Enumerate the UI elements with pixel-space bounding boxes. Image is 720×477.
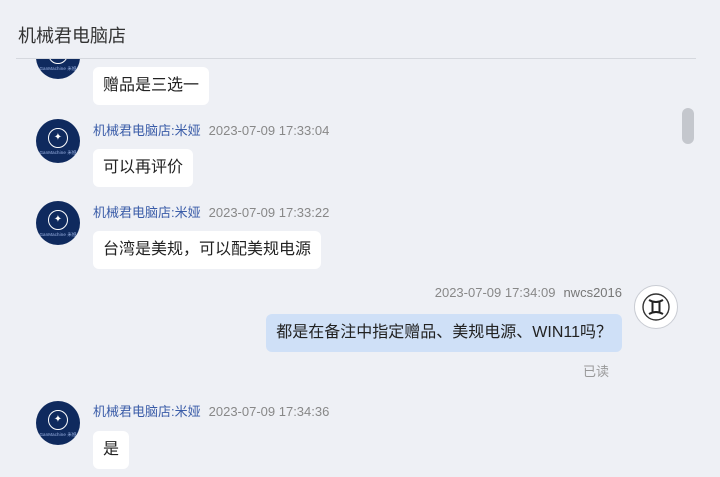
sender-name[interactable]: 机械君电脑店:米娅	[93, 205, 201, 220]
message-bubble[interactable]: 是	[93, 431, 130, 469]
chat-header: 机械君电脑店	[0, 0, 720, 59]
chat-message-list[interactable]: ✦ GanMachine 米娅 赠品是三选一 ✦ GanMachine 米娅 机…	[0, 59, 720, 477]
sender-name[interactable]: 机械君电脑店:米娅	[93, 123, 201, 138]
shop-avatar[interactable]: ✦ GanMachine 米娅	[36, 201, 80, 245]
shop-avatar[interactable]: ✦ GanMachine 米娅	[36, 59, 80, 79]
user-avatar[interactable]	[634, 285, 678, 329]
message-meta: 2023-07-09 17:34:09 nwcs2016	[435, 285, 622, 300]
avatar-brand-text: GanMachine 米娅	[39, 149, 77, 155]
mech-logo-icon: ✦	[48, 209, 68, 230]
message-meta: 机械君电脑店:米娅 2023-07-09 17:33:04	[93, 120, 329, 139]
message-time: 2023-07-09 17:33:04	[208, 123, 330, 138]
page-title: 机械君电脑店	[18, 26, 126, 46]
mech-logo-icon: ✦	[48, 59, 68, 64]
avatar-brand-text: GanMachine 米娅	[39, 431, 77, 437]
message-time: 2023-07-09 17:34:09	[434, 285, 556, 300]
message-bubble[interactable]: 赠品是三选一	[93, 67, 210, 105]
message-bubble[interactable]: 台湾是美规，可以配美规电源	[93, 231, 322, 269]
message-meta: 机械君电脑店:米娅 2023-07-09 17:34:36	[93, 401, 329, 420]
message-meta: 机械君电脑店:米娅 2023-07-09 17:33:22	[93, 202, 329, 221]
avatar-brand-text: GanMachine 米娅	[39, 65, 77, 71]
sender-name[interactable]: 机械君电脑店:米娅	[93, 404, 201, 419]
mech-logo-icon: ✦	[48, 409, 68, 430]
avatar-brand-text: GanMachine 米娅	[39, 231, 77, 237]
scrollbar-thumb[interactable]	[682, 108, 694, 144]
message-bubble[interactable]: 可以再评价	[93, 149, 194, 187]
message-time: 2023-07-09 17:34:36	[208, 404, 330, 419]
read-status: 已读	[583, 364, 610, 379]
sender-name[interactable]: nwcs2016	[563, 285, 622, 300]
gemini-zodiac-icon	[642, 293, 670, 321]
shop-avatar[interactable]: ✦ GanMachine 米娅	[36, 401, 80, 445]
shop-avatar[interactable]: ✦ GanMachine 米娅	[36, 119, 80, 163]
mech-logo-icon: ✦	[48, 127, 68, 148]
message-time: 2023-07-09 17:33:22	[208, 205, 330, 220]
message-bubble[interactable]: 都是在备注中指定赠品、美规电源、WIN11吗？	[266, 314, 622, 352]
